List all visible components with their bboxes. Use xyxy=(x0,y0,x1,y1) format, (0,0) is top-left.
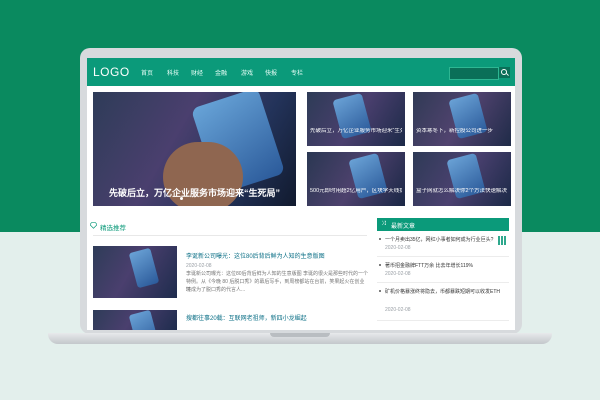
nav-item-flash[interactable]: 快报 xyxy=(265,68,277,77)
nav-item-tech[interactable]: 科技 xyxy=(167,68,179,77)
section-title: 精选推荐 xyxy=(100,225,126,232)
sidebar-article-date: 2020-02-08 xyxy=(385,245,411,251)
featured-card-3[interactable]: 500元即时用超2亿用户，区块学天线提示问题 xyxy=(307,152,405,206)
hero-slider[interactable]: 先破后立，万亿企业服务市场迎来“生死局” xyxy=(93,92,296,206)
search-input[interactable] xyxy=(449,67,499,80)
hero-title[interactable]: 先破后立，万亿企业服务市场迎来“生死局” xyxy=(109,186,280,199)
featured-card-title: 盒子网就怎么解决你2个方法快速解决 xyxy=(416,188,508,194)
featured-card-title: 资本寒冬下，新控股公司进一步 xyxy=(416,128,494,134)
qr-code-icon[interactable] xyxy=(498,236,507,245)
shuffle-icon: ⤨ xyxy=(381,221,386,227)
featured-card-1[interactable]: 先破后立，万亿企业服务市场迎来“生死局” xyxy=(307,92,405,146)
nav-item-column[interactable]: 专栏 xyxy=(291,68,303,77)
article-thumbnail[interactable] xyxy=(93,310,177,330)
nav-item-finance[interactable]: 财经 xyxy=(191,68,203,77)
article-thumbnail[interactable] xyxy=(93,246,177,298)
section-divider xyxy=(93,235,367,236)
featured-card-4[interactable]: 盒子网就怎么解决你2个方法快速解决 xyxy=(413,152,511,206)
sidebar-article-date: 2020-02-08 xyxy=(385,271,411,277)
featured-card-2[interactable]: 资本寒冬下，新控股公司进一步 xyxy=(413,92,511,146)
featured-card-title: 先破后立，万亿企业服务市场迎来“生死局” xyxy=(310,128,402,134)
nav-item-home[interactable]: 首页 xyxy=(141,68,153,77)
sidebar-article-link[interactable]: 矿机价格暴涨终将隐去，币都暴跌短期可以收发ETH xyxy=(385,288,500,295)
slider-dot[interactable] xyxy=(180,197,183,200)
site-logo[interactable]: LOGO xyxy=(93,65,130,79)
monitor-base-notch xyxy=(270,333,330,337)
sidebar-title: 最新文章 xyxy=(391,224,416,230)
article-date: 2020-02-08 xyxy=(186,263,212,269)
article-title[interactable]: 李诞新公司曝光：这位80后背后鲜为人知的生意版图 xyxy=(186,251,325,260)
diamond-icon xyxy=(90,222,97,229)
sidebar-article-link[interactable]: 一个月卖出35亿，网红小事者如何成为行业巨头? xyxy=(385,236,493,243)
sidebar-article-link[interactable]: 著币招金融牌FTT万余 比去年增长119% xyxy=(385,262,473,269)
article-title[interactable]: 搜都往事20载：互联网老祖师，新四小龙崛起 xyxy=(186,313,307,322)
nav-item-games[interactable]: 游戏 xyxy=(241,68,253,77)
top-nav-bar: LOGO 首页 科技 财经 金融 游戏 快报 专栏 xyxy=(87,58,515,86)
sidebar-article-date: 2020-02-08 xyxy=(385,307,411,313)
article-summary-line: 境成为了脱口秀的代言人... xyxy=(186,287,246,293)
website-screen: LOGO 首页 科技 财经 金融 游戏 快报 专栏 先破后立，万亿企业服务市场迎… xyxy=(87,58,515,330)
search-button[interactable] xyxy=(499,67,510,78)
article-summary-line: 李诞新公司曝光：这位80后背后鲜为人知的生意版图 李诞的很火是那些时代的一个 xyxy=(186,271,368,277)
nav-item-banking[interactable]: 金融 xyxy=(215,68,227,77)
sidebar-header: ⤨ 最新文章 xyxy=(377,218,509,231)
featured-card-title: 500元即时用超2亿用户，区块学天线提示问题 xyxy=(310,188,402,194)
